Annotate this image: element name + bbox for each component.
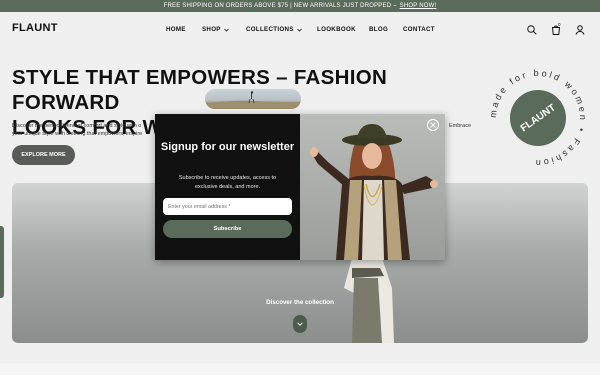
close-modal-button[interactable] (427, 119, 439, 131)
chevron-down-icon (297, 322, 303, 326)
newsletter-title: Signup for our newsletter (160, 141, 295, 153)
nav-item-blog[interactable]: BLOG (369, 26, 403, 33)
main-nav: HOME SHOP COLLECTIONS LOOKBOOK BLOG CONT… (166, 26, 443, 33)
model-photo (310, 124, 438, 260)
nav-item-shop[interactable]: SHOP (202, 26, 246, 33)
newsletter-modal: Signup for our newsletter Subscribe to r… (155, 114, 445, 260)
nav-item-label: CONTACT (403, 26, 435, 33)
nav-item-label: SHOP (202, 26, 221, 33)
explore-more-button[interactable]: EXPLORE MORE (12, 145, 75, 165)
close-icon (430, 122, 436, 128)
account-icon[interactable] (574, 23, 586, 35)
email-input[interactable] (163, 198, 292, 215)
nav-item-label: HOME (166, 26, 186, 33)
site-header: FLAUNT HOME SHOP COLLECTIONS LOOKBOOK BL… (0, 12, 600, 48)
chevron-down-icon (223, 28, 229, 32)
nav-item-label: BLOG (369, 26, 389, 33)
scroll-down-button[interactable] (293, 315, 307, 333)
announcement-text: FREE SHIPPING ON ORDERS ABOVE $75 | NEW … (163, 3, 397, 9)
search-icon[interactable] (526, 23, 538, 35)
cart-icon[interactable]: 0 (550, 22, 562, 35)
nav-item-home[interactable]: HOME (166, 26, 202, 33)
newsletter-form-panel: Signup for our newsletter Subscribe to r… (155, 114, 300, 260)
nav-item-label: COLLECTIONS (246, 26, 294, 33)
hero-intro-line1: Discover the perfect blend of comfort an… (12, 123, 142, 129)
header-actions: 0 (526, 22, 586, 35)
site-logo[interactable]: FLAUNT (12, 22, 58, 34)
nav-item-lookbook[interactable]: LOOKBOOK (317, 26, 369, 33)
hero-intro-text: Discover the perfect blend of comfort an… (12, 123, 157, 138)
brand-circular-badge: made for bold women • Fashion FLAUNT (488, 68, 588, 168)
cart-count: 0 (558, 22, 561, 27)
announcement-bar: FREE SHIPPING ON ORDERS ABOVE $75 | NEW … (0, 0, 600, 12)
shop-now-link[interactable]: SHOP NOW! (400, 3, 437, 9)
discover-collection-text[interactable]: Discover the collection (12, 299, 588, 306)
subscribe-button[interactable]: Subscribe (163, 220, 292, 238)
page-bottom (0, 363, 600, 375)
newsletter-image (300, 114, 445, 260)
side-drawer-tab[interactable] (0, 226, 4, 298)
nav-item-contact[interactable]: CONTACT (403, 26, 443, 33)
nav-item-label: LOOKBOOK (317, 26, 356, 33)
hero-intro-line2: your unique style with clothing that emp… (12, 130, 143, 137)
hero-inline-image (205, 89, 301, 109)
chevron-down-icon (296, 28, 302, 32)
nav-item-collections[interactable]: COLLECTIONS (246, 26, 317, 33)
newsletter-subtitle: Subscribe to receive updates, access to … (178, 175, 277, 190)
